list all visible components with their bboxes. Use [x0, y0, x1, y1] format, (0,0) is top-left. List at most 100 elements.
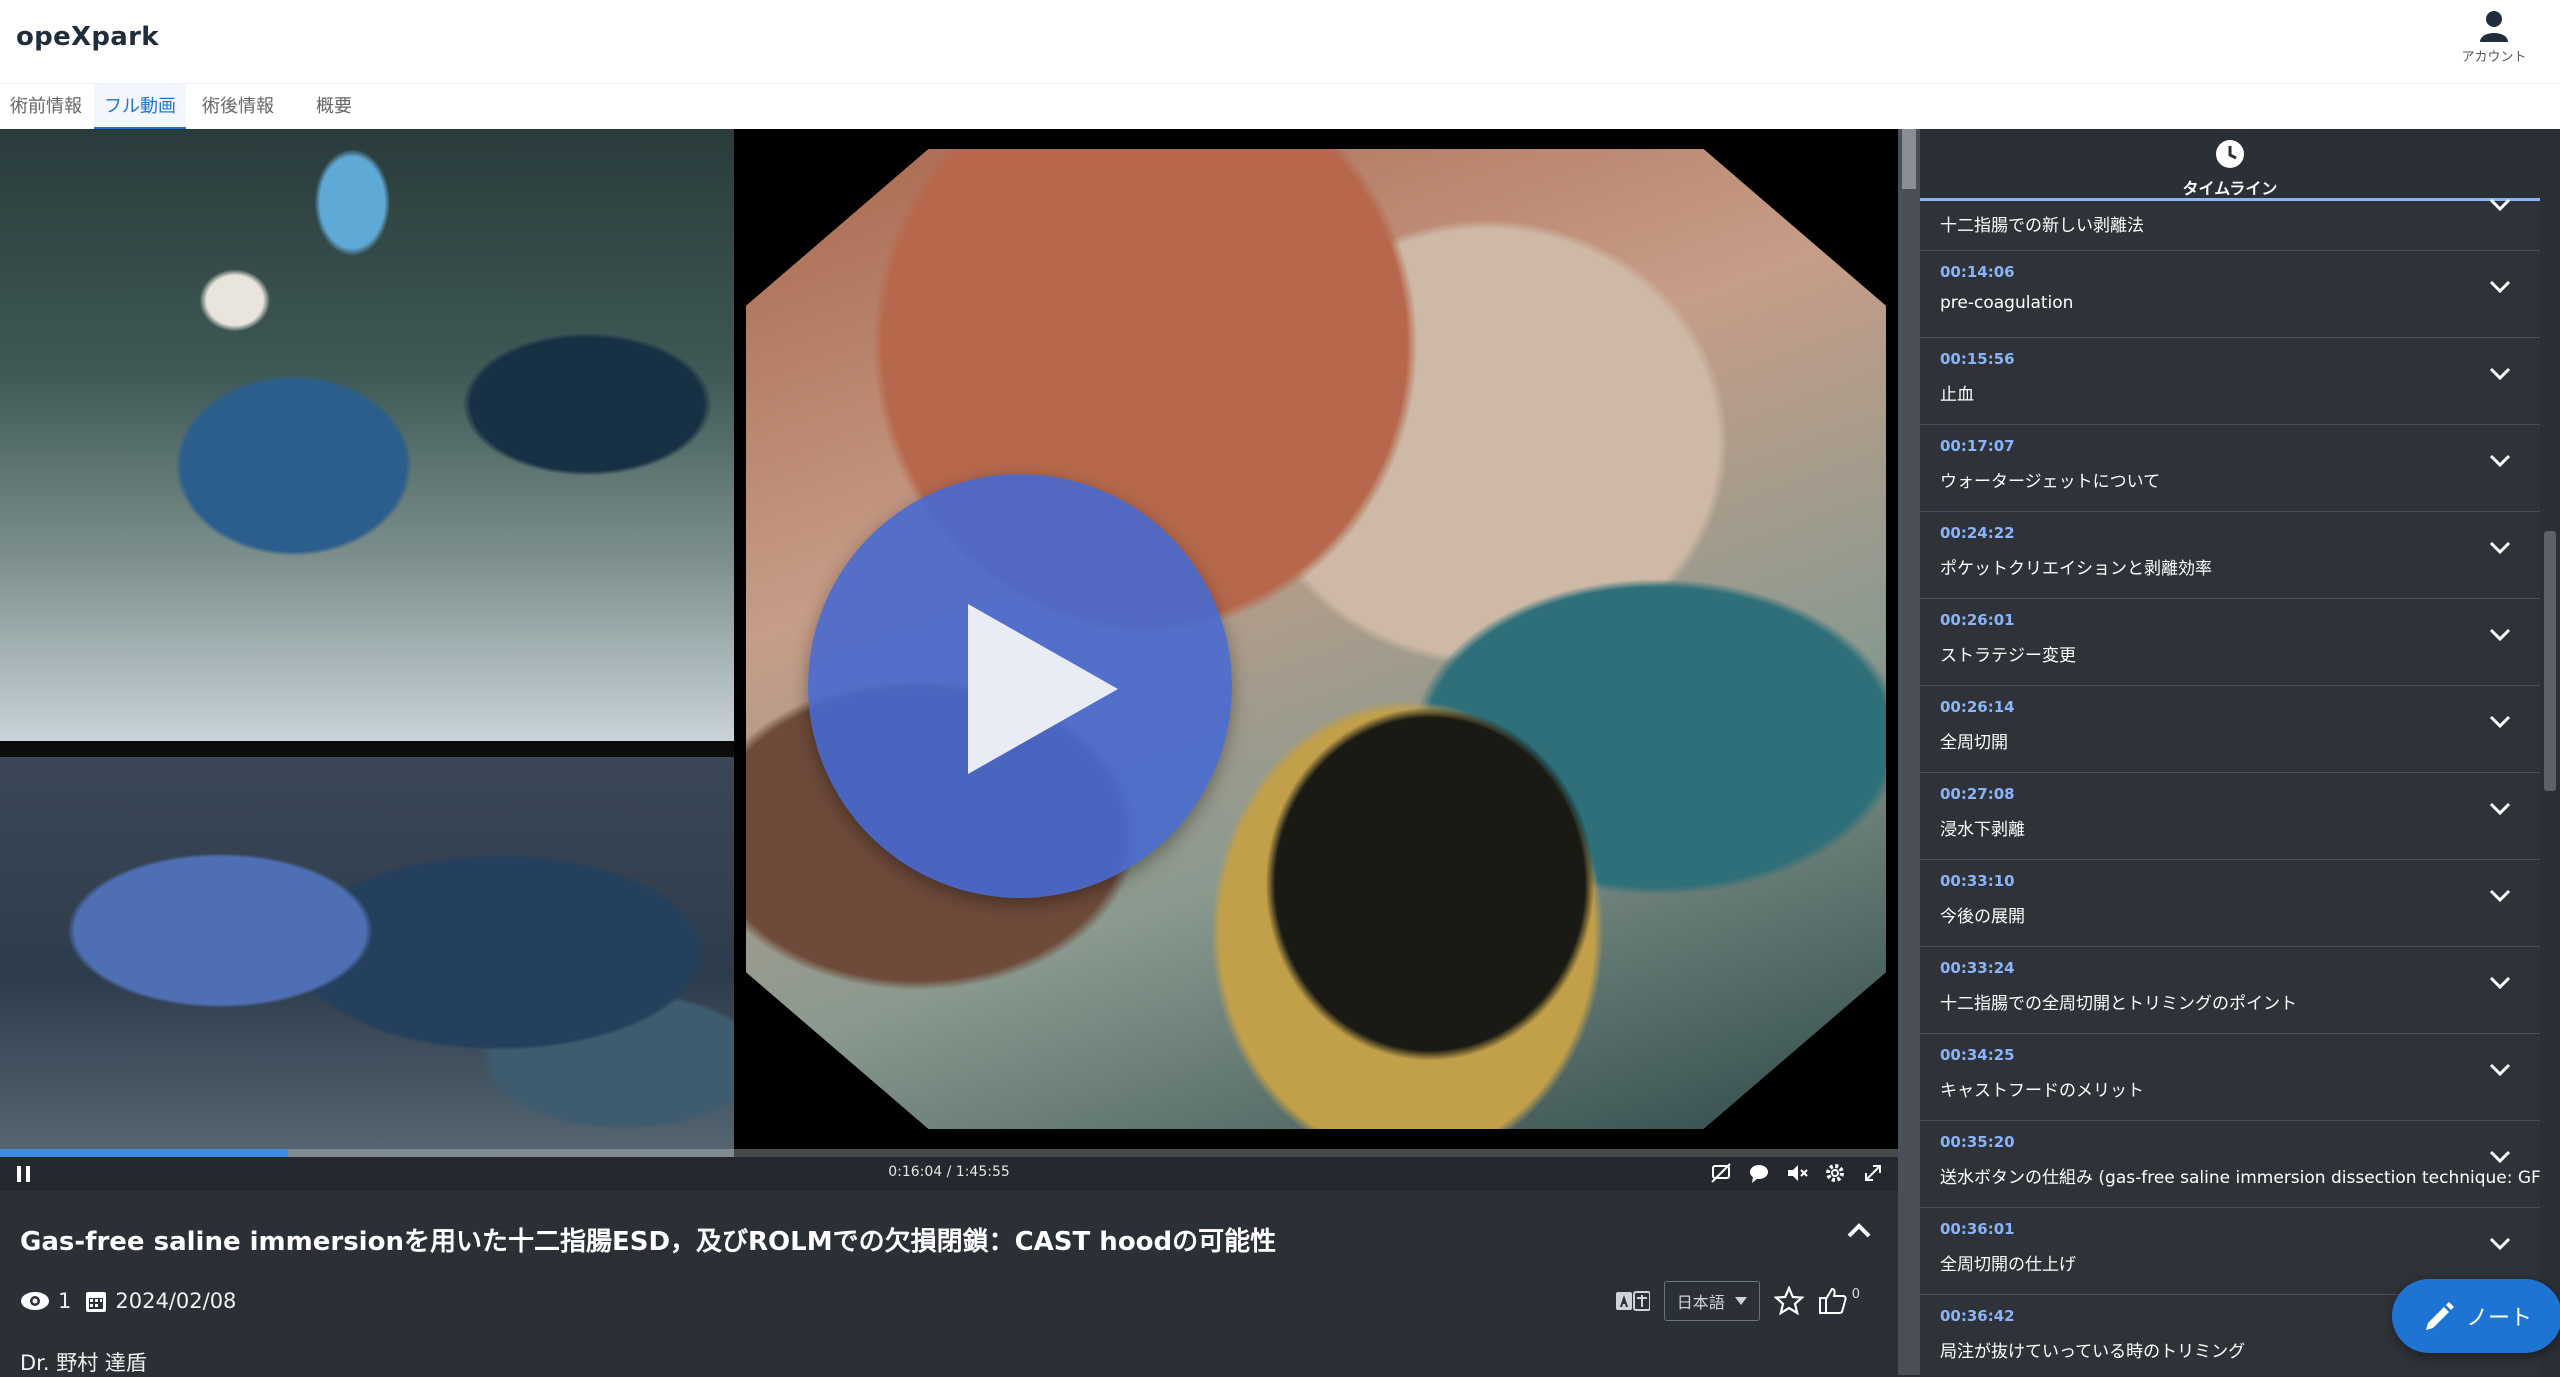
comment-icon — [1750, 1165, 1768, 1183]
play-button[interactable] — [808, 474, 1232, 898]
timeline-item[interactable]: 00:33:10 今後の展開 — [1920, 860, 2540, 947]
publish-date-value: 2024/02/08 — [115, 1289, 237, 1313]
timeline-item-label: 局注が抜けていっている時のトリミング — [1940, 1342, 2246, 1362]
fullscreen-icon — [1865, 1165, 1881, 1181]
play-icon — [968, 604, 1118, 774]
timeline-item-time[interactable]: 00:36:42 — [1940, 1307, 2015, 1325]
timeline-item[interactable]: 00:24:22 ポケットクリエイションと剥離効率 — [1920, 512, 2540, 599]
chevron-down-icon[interactable] — [2488, 888, 2512, 904]
fullscreen-button[interactable] — [1860, 1160, 1886, 1186]
timeline-item[interactable]: 00:26:01 ストラテジー変更 — [1920, 599, 2540, 686]
timeline-item[interactable]: 00:14:06 pre-coagulation — [1920, 251, 2540, 338]
mute-button[interactable] — [1784, 1160, 1810, 1186]
tab-bar: 術前情報 フル動画 術後情報 概要 — [0, 83, 2560, 130]
collapse-info-button[interactable] — [1846, 1221, 1872, 1243]
tab-postop-info[interactable]: 術後情報 — [192, 84, 284, 130]
timeline-item[interactable]: 00:27:08 浸水下剥離 — [1920, 773, 2540, 860]
timeline-item-label: 浸水下剥離 — [1940, 820, 2025, 840]
timeline-item-time[interactable]: 00:36:01 — [1940, 1220, 2015, 1238]
caret-down-icon — [1734, 1297, 1747, 1305]
timeline-header[interactable]: タイムライン — [1920, 129, 2540, 201]
account-button[interactable]: アカウント — [2444, 10, 2544, 65]
room-camera-bottom — [0, 757, 734, 1191]
timeline-item[interactable]: 00:15:56 止血 — [1920, 338, 2540, 425]
timeline-item-time[interactable]: 00:24:22 — [1940, 524, 2015, 542]
timeline-item-label: ストラテジー変更 — [1940, 646, 2076, 666]
timeline-item-time[interactable]: 00:27:08 — [1940, 785, 2015, 803]
camera-divider — [0, 741, 734, 757]
user-icon — [2480, 11, 2508, 42]
timeline-scrollbar[interactable] — [2540, 201, 2560, 1375]
player-scrollbar-thumb[interactable] — [1902, 129, 1916, 189]
timeline-item[interactable]: 00:17:07 ウォータージェットについて — [1920, 425, 2540, 512]
settings-button[interactable] — [1822, 1160, 1848, 1186]
chevron-down-icon[interactable] — [2488, 627, 2512, 643]
timeline-panel: タイムライン 十二指腸での新しい剥離法 00:14:06 pre-coagulati… — [1920, 129, 2560, 1375]
timeline-header-label: タイムライン — [2182, 179, 2278, 198]
chevron-down-icon[interactable] — [2488, 540, 2512, 556]
progress-fill — [0, 1149, 288, 1157]
video-player[interactable]: 0:16:04 / 1:45:55 — [0, 129, 1898, 1191]
chevron-down-icon[interactable] — [2488, 1062, 2512, 1078]
publish-date: 2024/02/08 — [85, 1289, 236, 1313]
view-count-value: 1 — [58, 1289, 72, 1313]
tab-full-video[interactable]: フル動画 — [94, 84, 186, 130]
timeline-item[interactable]: 00:33:24 十二指腸での全周切開とトリミングのポイント — [1920, 947, 2540, 1034]
timeline-item-time[interactable]: 00:26:01 — [1940, 611, 2015, 629]
settings-icon — [1826, 1164, 1844, 1182]
timeline-scrollbar-thumb[interactable] — [2544, 531, 2556, 791]
comment-button[interactable] — [1746, 1160, 1772, 1186]
timeline-item-time[interactable]: 00:26:14 — [1940, 698, 2015, 716]
translate-icon[interactable] — [1615, 1291, 1650, 1311]
timeline-item-time[interactable]: 00:34:25 — [1940, 1046, 2015, 1064]
tab-overview[interactable]: 概要 — [306, 84, 362, 130]
account-label: アカウント — [2461, 50, 2527, 65]
chevron-down-icon[interactable] — [2488, 197, 2512, 213]
timeline-item-time[interactable]: 00:14:06 — [1940, 263, 2015, 281]
chevron-down-icon[interactable] — [2488, 714, 2512, 730]
timeline-item-label: 十二指腸での全周切開とトリミングのポイント — [1940, 994, 2297, 1014]
chevron-down-icon[interactable] — [2488, 1236, 2512, 1252]
chevron-down-icon[interactable] — [2488, 279, 2512, 295]
progress-bar[interactable] — [0, 1149, 1898, 1157]
mute-icon — [1788, 1165, 1808, 1181]
chevron-down-icon[interactable] — [2488, 1149, 2512, 1165]
timeline-item-label: キャストフードのメリット — [1940, 1081, 2144, 1101]
top-header: opeXpark アカウント — [0, 0, 2560, 83]
timeline-item-label: ポケットクリエイションと剥離効率 — [1940, 559, 2212, 579]
timeline-item-time[interactable]: 00:33:10 — [1940, 872, 2015, 890]
timeline-item-time[interactable]: 00:35:20 — [1940, 1133, 2015, 1151]
timeline-item[interactable]: 00:35:20 送水ボタンの仕組み (gas-free saline immer… — [1920, 1121, 2552, 1208]
timeline-item[interactable]: 十二指腸での新しい剥離法 — [1920, 198, 2540, 251]
language-value: 日本語 — [1676, 1293, 1725, 1312]
chevron-up-icon — [1847, 1223, 1871, 1238]
note-button-label: ノート — [2465, 1306, 2532, 1331]
doctor-name[interactable]: Dr. 野村 達盾 — [20, 1347, 147, 1377]
timeline-item-label: ウォータージェットについて — [1940, 472, 2161, 492]
chevron-down-icon[interactable] — [2488, 453, 2512, 469]
timeline-item-time[interactable]: 00:17:07 — [1940, 437, 2015, 455]
timeline-item-label: 今後の展開 — [1940, 907, 2025, 927]
chevron-down-icon[interactable] — [2488, 366, 2512, 382]
like-icon[interactable] — [1818, 1286, 1848, 1316]
timeline-item[interactable]: 00:34:25 キャストフードのメリット — [1920, 1034, 2540, 1121]
player-scrollbar[interactable] — [1898, 129, 1920, 1375]
chevron-down-icon[interactable] — [2488, 975, 2512, 991]
star-icon[interactable] — [1773, 1286, 1804, 1316]
timeline-item[interactable]: 00:26:14 全周切開 — [1920, 686, 2540, 773]
calendar-icon — [86, 1292, 107, 1312]
tab-preop-info[interactable]: 術前情報 — [0, 84, 92, 130]
view-count: 1 — [20, 1289, 71, 1313]
chevron-down-icon[interactable] — [2488, 801, 2512, 817]
hide-comments-button[interactable] — [1708, 1160, 1734, 1186]
timeline-item-time[interactable]: 00:33:24 — [1940, 959, 2015, 977]
timeline-item-time[interactable]: 00:15:56 — [1940, 350, 2015, 368]
pencil-icon — [2425, 1302, 2454, 1330]
app-logo[interactable]: opeXpark — [16, 22, 159, 52]
player-controls: 0:16:04 / 1:45:55 — [0, 1157, 1898, 1191]
room-camera-top — [0, 129, 734, 741]
video-info-panel: Gas-free saline immersionを用いた十二指腸ESD，及びR… — [0, 1191, 1898, 1375]
note-button[interactable]: ノート — [2392, 1279, 2560, 1353]
language-select[interactable]: 日本語 — [1663, 1281, 1760, 1321]
timeline-list: 十二指腸での新しい剥離法 00:14:06 pre-coagulation 00:15… — [1920, 198, 2552, 1375]
